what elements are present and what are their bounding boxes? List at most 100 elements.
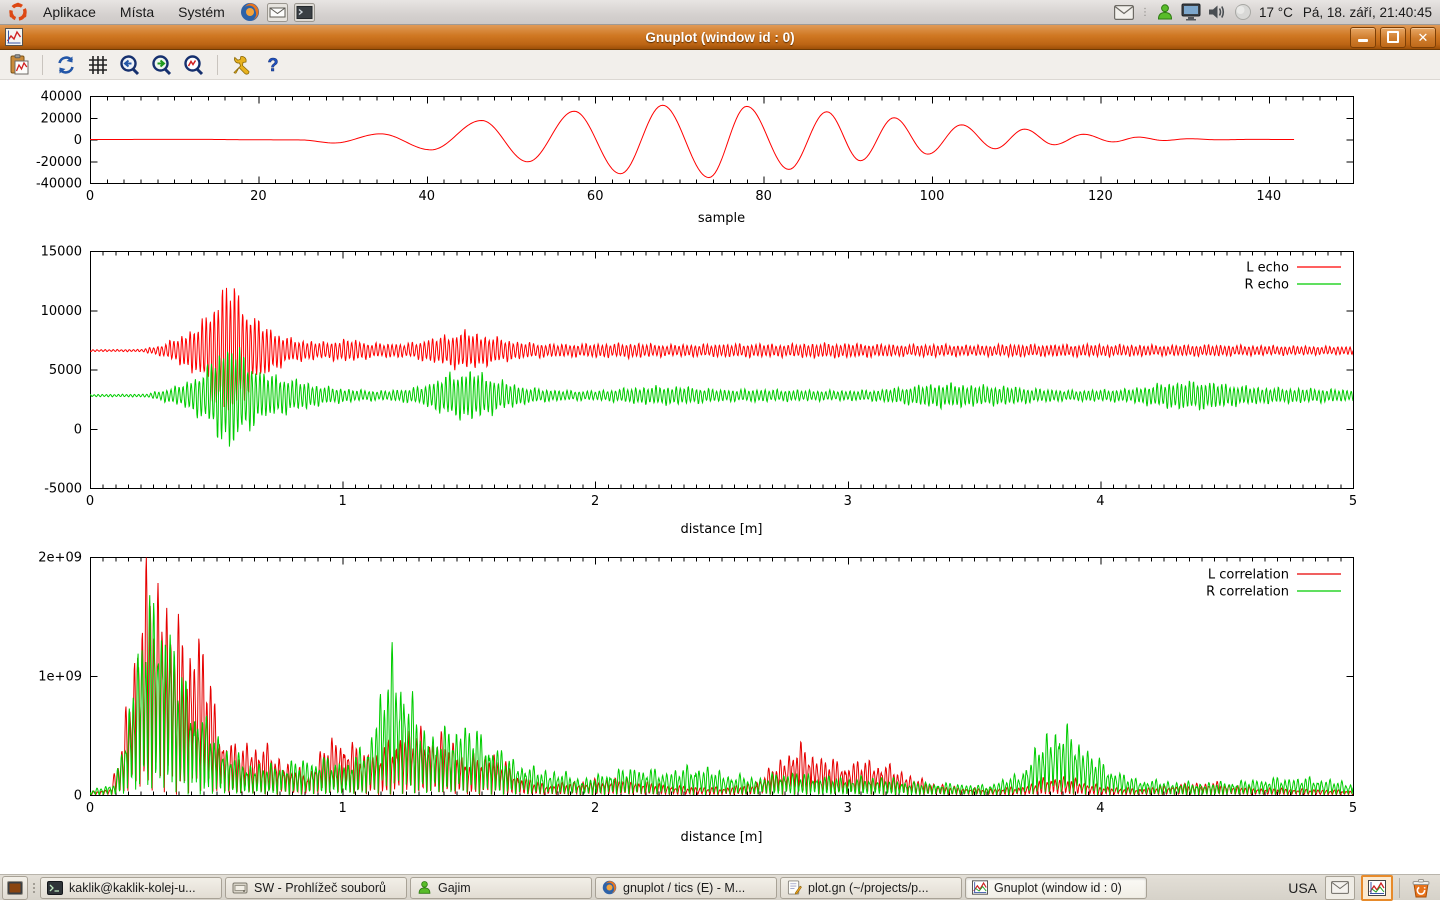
svg-text:-20000: -20000 <box>36 155 82 170</box>
taskbar-button[interactable]: gnuplot / tics (E) - M... <box>595 877 777 899</box>
svg-text:120: 120 <box>1088 189 1113 204</box>
clock-label[interactable]: Pá, 18. září, 21:40:45 <box>1299 5 1432 20</box>
toolbar-separator <box>217 55 218 75</box>
taskbar-button[interactable]: plot.gn (~/projects/p... <box>780 877 962 899</box>
minimize-icon <box>1358 39 1368 42</box>
gnome-top-panel: Aplikace Místa Systém <box>0 0 1440 25</box>
svg-text:5: 5 <box>1349 801 1357 816</box>
close-icon: ✕ <box>1418 31 1429 44</box>
taskbar-button-label: plot.gn (~/projects/p... <box>808 881 929 895</box>
svg-text:distance [m]: distance [m] <box>680 830 762 845</box>
mail-tray-button[interactable] <box>1325 876 1355 900</box>
svg-text:1: 1 <box>338 494 346 509</box>
settings-icon[interactable] <box>228 52 254 78</box>
svg-text:3: 3 <box>844 801 852 816</box>
weather-icon[interactable] <box>1233 2 1253 22</box>
plot-canvas: 02040608010012014040000200000-20000-4000… <box>0 80 1440 874</box>
svg-text:5000: 5000 <box>49 363 82 378</box>
close-button[interactable]: ✕ <box>1410 27 1436 48</box>
svg-text:0: 0 <box>86 494 94 509</box>
taskbar-button-label: Gajim <box>438 881 471 895</box>
taskbar-separator <box>1399 878 1400 898</box>
ubuntu-logo-icon[interactable] <box>7 2 28 23</box>
menu-system[interactable]: Systém <box>168 1 235 23</box>
svg-text:40: 40 <box>419 189 436 204</box>
menu-applications[interactable]: Aplikace <box>33 1 106 23</box>
taskbar-button[interactable]: kaklik@kaklik-kolej-u... <box>40 877 222 899</box>
taskbar-button-label: Gnuplot (window id : 0) <box>994 881 1122 895</box>
svg-text:0: 0 <box>74 422 82 437</box>
svg-text:R echo: R echo <box>1244 278 1289 293</box>
gnuplot-window-icon <box>5 28 23 46</box>
svg-text:0: 0 <box>74 133 82 148</box>
svg-text:5: 5 <box>1349 494 1357 509</box>
svg-text:0: 0 <box>74 789 82 804</box>
svg-text:3: 3 <box>844 494 852 509</box>
taskbar-button[interactable]: SW - Prohlížeč souborů <box>225 877 407 899</box>
gnuplot-icon <box>972 880 988 895</box>
svg-text:15000: 15000 <box>41 245 82 260</box>
window-title: Gnuplot (window id : 0) <box>0 30 1440 45</box>
tray-handle: ⋮ <box>1140 7 1149 18</box>
svg-text:L correlation: L correlation <box>1208 568 1289 583</box>
minimize-button[interactable] <box>1350 27 1376 48</box>
zoom-next-icon[interactable] <box>149 52 175 78</box>
window-titlebar[interactable]: Gnuplot (window id : 0) ✕ <box>0 25 1440 50</box>
panel-tray: ⋮ 17 °C <box>1114 2 1440 22</box>
mail-notify-icon[interactable] <box>1114 2 1134 22</box>
svg-text:20000: 20000 <box>41 111 82 126</box>
svg-text:sample: sample <box>698 211 745 226</box>
show-desktop-button[interactable] <box>2 876 28 900</box>
grid-icon[interactable] <box>85 52 111 78</box>
svg-text:100: 100 <box>920 189 945 204</box>
svg-text:R correlation: R correlation <box>1206 585 1289 600</box>
svg-text:0: 0 <box>86 801 94 816</box>
svg-text:80: 80 <box>755 189 772 204</box>
chart-echo-signals: 012345150001000050000-5000distance [m]L … <box>0 244 1440 545</box>
terminal-launcher-icon[interactable] <box>294 2 315 23</box>
temperature-label[interactable]: 17 °C <box>1259 5 1293 20</box>
svg-text:?: ? <box>268 55 279 75</box>
file-manager-icon <box>232 881 248 895</box>
svg-text:140: 140 <box>1256 189 1281 204</box>
chart-waveform-sample: 02040608010012014040000200000-20000-4000… <box>0 80 1440 244</box>
taskbar-button-label: gnuplot / tics (E) - M... <box>623 881 745 895</box>
zoom-previous-icon[interactable] <box>117 52 143 78</box>
svg-text:distance [m]: distance [m] <box>680 522 762 537</box>
zoom-reset-icon[interactable] <box>181 52 207 78</box>
firefox-launcher-icon[interactable] <box>240 2 261 23</box>
mail-launcher-icon[interactable] <box>267 2 288 23</box>
keyboard-layout-indicator[interactable]: USA <box>1288 880 1319 896</box>
taskbar: kaklik@kaklik-kolej-u... SW - Prohlížeč s… <box>0 874 1440 900</box>
taskbar-drag-handle[interactable] <box>30 877 38 899</box>
taskbar-button[interactable]: Gajim <box>410 877 592 899</box>
svg-text:L echo: L echo <box>1246 261 1289 276</box>
gnuplot-tray-button[interactable] <box>1361 875 1393 901</box>
display-settings-icon[interactable] <box>1181 2 1201 22</box>
svg-text:20: 20 <box>250 189 267 204</box>
svg-text:0: 0 <box>86 189 94 204</box>
refresh-icon[interactable] <box>53 52 79 78</box>
menu-places[interactable]: Místa <box>110 1 164 23</box>
taskbar-button[interactable]: Gnuplot (window id : 0) <box>965 877 1147 899</box>
svg-text:60: 60 <box>587 189 604 204</box>
svg-text:4: 4 <box>1096 801 1104 816</box>
taskbar-buttons: kaklik@kaklik-kolej-u... SW - Prohlížeč s… <box>40 877 1147 899</box>
maximize-button[interactable] <box>1380 27 1406 48</box>
trash-icon[interactable] <box>1406 876 1436 900</box>
taskbar-button-label: kaklik@kaklik-kolej-u... <box>69 881 196 895</box>
svg-text:2: 2 <box>591 801 599 816</box>
maximize-icon <box>1387 31 1399 43</box>
help-icon[interactable]: ? <box>260 52 286 78</box>
copy-plot-icon[interactable] <box>6 52 32 78</box>
svg-text:1: 1 <box>338 801 346 816</box>
toolbar-separator <box>42 55 43 75</box>
svg-text:-40000: -40000 <box>36 177 82 192</box>
volume-icon[interactable] <box>1207 2 1227 22</box>
window-controls: ✕ <box>1350 27 1440 48</box>
svg-text:-5000: -5000 <box>44 482 82 497</box>
gajim-icon <box>417 880 432 895</box>
gajim-status-icon[interactable] <box>1155 2 1175 22</box>
chart-correlation: 0123452e+091e+090distance [m]L correlati… <box>0 545 1440 874</box>
svg-text:1e+09: 1e+09 <box>38 670 82 685</box>
